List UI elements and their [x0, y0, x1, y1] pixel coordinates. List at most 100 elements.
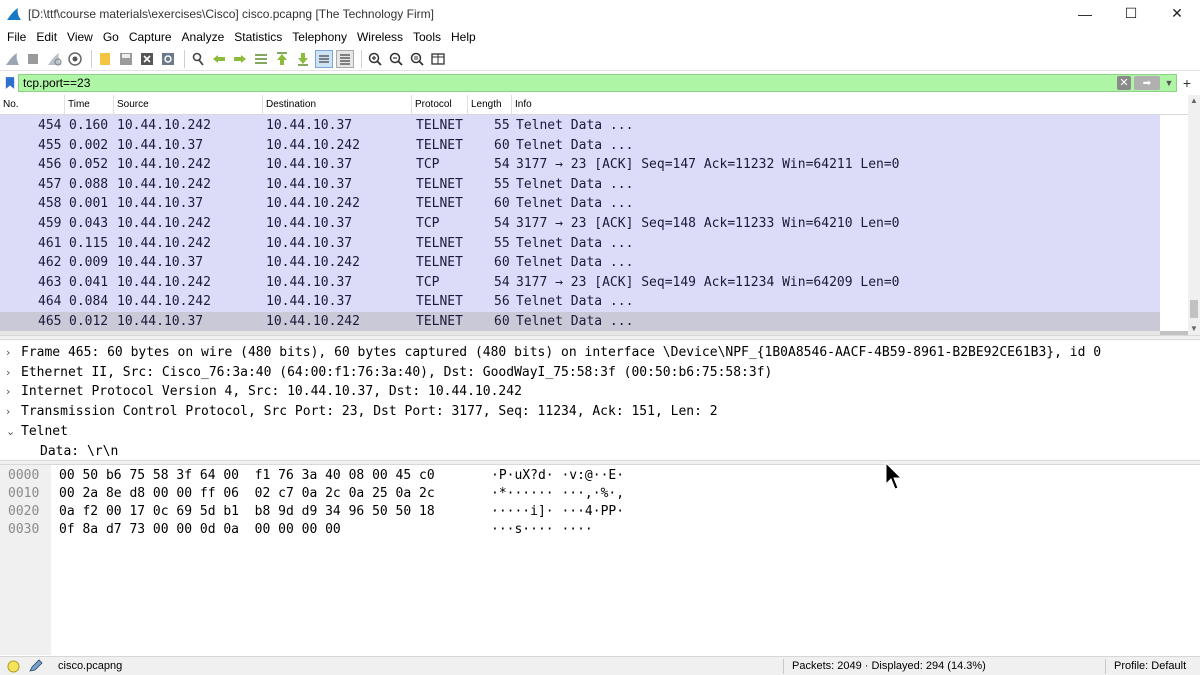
cell-source: 10.44.10.242	[117, 235, 211, 251]
cell-protocol: TELNET	[416, 314, 463, 329]
collapse-arrow-icon[interactable]: ⌄	[6, 422, 16, 442]
byte-row[interactable]: 0000 00 50 b6 75 58 3f 64 00 f1 76 3a 40 …	[0, 467, 1200, 485]
title-bar: [D:\ttf\course materials\exercises\Cisco…	[0, 0, 1200, 27]
maximize-button[interactable]: ☐	[1108, 0, 1154, 27]
filter-bookmark-icon[interactable]	[2, 74, 18, 92]
status-profile[interactable]: Profile: Default	[1114, 657, 1186, 675]
byte-row[interactable]: 0030 0f 8a d7 73 00 00 0d 0a 00 00 00 00 ·…	[0, 521, 1200, 539]
detail-tree-item[interactable]: ⌄ Telnet	[0, 422, 1200, 442]
byte-ascii: ·*······ ···,·%·,	[491, 486, 625, 501]
stop-capture-icon[interactable]	[24, 50, 42, 68]
packet-row[interactable]: 461 0.115 10.44.10.242 10.44.10.37 TELNET 55 T…	[0, 234, 1160, 254]
detail-tree-item[interactable]: › Ethernet II, Src: Cisco_76:3a:40 (64:00…	[0, 363, 1200, 383]
open-file-icon[interactable]	[96, 50, 114, 68]
scroll-down-icon[interactable]: ▼	[1188, 323, 1200, 335]
cell-info: Telnet Data ...	[516, 196, 634, 212]
cell-info: 3177 → 23 [ACK] Seq=147 Ack=11232 Win=64…	[516, 157, 900, 173]
go-to-packet-icon[interactable]	[252, 50, 270, 68]
expand-arrow-icon[interactable]: ›	[6, 363, 16, 383]
byte-row[interactable]: 0010 00 2a 8e d8 00 00 ff 06 02 c7 0a 2c …	[0, 485, 1200, 503]
scroll-up-icon[interactable]: ▲	[1188, 95, 1200, 107]
expert-info-icon[interactable]	[7, 660, 20, 673]
column-header-time[interactable]: Time	[65, 95, 114, 115]
menu-tools[interactable]: Tools	[408, 27, 446, 47]
minimize-button[interactable]: —	[1062, 0, 1108, 27]
close-file-icon[interactable]	[138, 50, 156, 68]
column-header-info[interactable]: Info	[512, 95, 1188, 115]
add-filter-button[interactable]: +	[1180, 76, 1194, 90]
cell-protocol: TCP	[416, 157, 440, 173]
menu-analyze[interactable]: Analyze	[177, 27, 230, 47]
clear-filter-icon[interactable]: ✕	[1117, 76, 1131, 90]
pane-splitter[interactable]	[0, 335, 1200, 340]
packet-row[interactable]: 458 0.001 10.44.10.37 10.44.10.242 TELNET 60 T…	[0, 194, 1160, 214]
apply-filter-icon[interactable]: ➡	[1134, 76, 1160, 90]
go-first-icon[interactable]	[273, 50, 291, 68]
cell-info: Telnet Data ...	[516, 314, 634, 329]
menu-wireless[interactable]: Wireless	[352, 27, 408, 47]
expand-arrow-icon[interactable]: ›	[6, 402, 16, 422]
packet-row[interactable]: 454 0.160 10.44.10.242 10.44.10.37 TELNET 55 T…	[0, 116, 1160, 136]
byte-ascii: ·····i]· ···4·PP·	[491, 504, 625, 519]
menu-statistics[interactable]: Statistics	[229, 27, 287, 47]
column-header-source[interactable]: Source	[114, 95, 263, 115]
cell-source: 10.44.10.242	[117, 216, 211, 231]
packet-row[interactable]: 456 0.052 10.44.10.242 10.44.10.37 TCP 54 3177…	[0, 155, 1160, 175]
packet-row[interactable]: 464 0.084 10.44.10.242 10.44.10.37 TELNET 56 T…	[0, 292, 1160, 312]
menu-telephony[interactable]: Telephony	[287, 27, 352, 47]
capture-comment-icon[interactable]	[28, 659, 44, 673]
column-header-protocol[interactable]: Protocol	[412, 95, 468, 115]
packet-bytes-pane: 0000 00 50 b6 75 58 3f 64 00 f1 76 3a 40 …	[0, 465, 1200, 655]
resize-columns-icon[interactable]	[429, 50, 447, 68]
go-last-icon[interactable]	[294, 50, 312, 68]
capture-options-icon[interactable]	[66, 50, 84, 68]
cell-destination: 10.44.10.242	[266, 255, 360, 271]
packet-row[interactable]: 455 0.002 10.44.10.37 10.44.10.242 TELNET 60 T…	[0, 136, 1160, 156]
expand-arrow-icon[interactable]: ›	[6, 382, 16, 402]
detail-tree-item[interactable]: › Transmission Control Protocol, Src Port…	[0, 402, 1200, 422]
column-header-length[interactable]: Length	[468, 95, 512, 115]
colorize-icon[interactable]	[336, 49, 354, 68]
packet-row[interactable]: 465 0.012 10.44.10.37 10.44.10.242 TELNET 60 T…	[0, 312, 1160, 332]
column-header-destination[interactable]: Destination	[263, 95, 412, 115]
detail-tree-item[interactable]: › Frame 465: 60 bytes on wire (480 bits),…	[0, 343, 1200, 363]
zoom-out-icon[interactable]	[387, 50, 405, 68]
display-filter-input[interactable]: tcp.port==23	[18, 74, 1177, 92]
packet-list-pane: No. Time Source Destination Protocol Len…	[0, 95, 1200, 335]
menu-capture[interactable]: Capture	[124, 27, 177, 47]
start-capture-icon[interactable]	[3, 50, 21, 68]
reload-file-icon[interactable]	[159, 50, 177, 68]
packet-row[interactable]: 457 0.088 10.44.10.242 10.44.10.37 TELNET 55 T…	[0, 175, 1160, 195]
find-packet-icon[interactable]	[189, 50, 207, 68]
cell-time: 0.115	[69, 235, 109, 251]
zoom-in-icon[interactable]	[366, 50, 384, 68]
cell-length: 54	[494, 216, 510, 231]
cell-protocol: TELNET	[416, 118, 463, 133]
menu-file[interactable]: File	[2, 27, 31, 47]
packet-list-scrollbar[interactable]: ▲ ▼	[1188, 95, 1200, 335]
menu-edit[interactable]: Edit	[31, 27, 62, 47]
save-file-icon[interactable]	[117, 50, 135, 68]
scrollbar-thumb[interactable]	[1190, 300, 1198, 318]
packet-row[interactable]: 463 0.041 10.44.10.242 10.44.10.37 TCP 54 3177…	[0, 273, 1160, 293]
menu-go[interactable]: Go	[98, 27, 124, 47]
column-header-no[interactable]: No.	[0, 95, 65, 115]
auto-scroll-icon[interactable]	[315, 49, 333, 68]
restart-capture-icon[interactable]	[45, 50, 63, 68]
menu-help[interactable]: Help	[446, 27, 481, 47]
detail-tree-item[interactable]: Data: \r\n	[0, 442, 1200, 462]
packet-row[interactable]: 459 0.043 10.44.10.242 10.44.10.37 TCP 54 3177…	[0, 214, 1160, 234]
zoom-normal-icon[interactable]	[408, 50, 426, 68]
mouse-cursor-icon	[885, 462, 903, 490]
cell-time: 0.001	[69, 196, 109, 212]
cell-time: 0.160	[69, 118, 109, 133]
packet-row[interactable]: 462 0.009 10.44.10.37 10.44.10.242 TELNET 60 T…	[0, 253, 1160, 273]
go-forward-icon[interactable]	[231, 50, 249, 68]
detail-tree-item[interactable]: › Internet Protocol Version 4, Src: 10.44…	[0, 382, 1200, 402]
close-button[interactable]: ✕	[1154, 0, 1200, 27]
menu-view[interactable]: View	[62, 27, 98, 47]
go-back-icon[interactable]	[210, 50, 228, 68]
filter-history-dropdown-icon[interactable]: ▼	[1162, 76, 1176, 90]
byte-row[interactable]: 0020 0a f2 00 17 0c 69 5d b1 b8 9d d9 34 …	[0, 503, 1200, 521]
expand-arrow-icon[interactable]: ›	[6, 343, 16, 363]
